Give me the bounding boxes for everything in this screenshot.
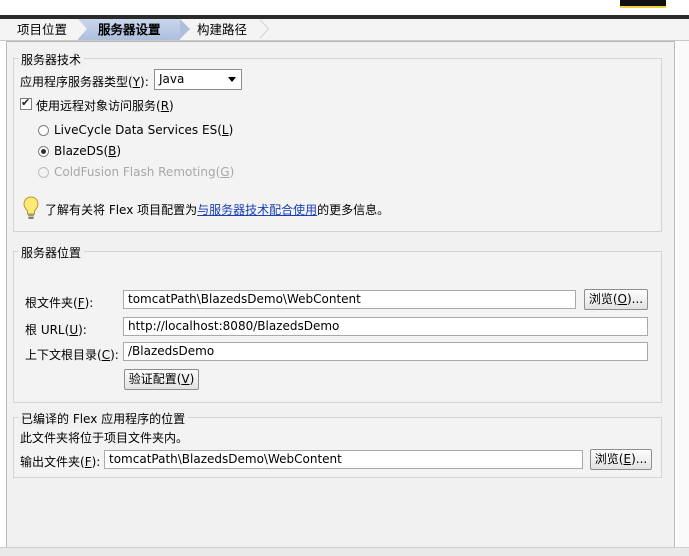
- context-root-input[interactable]: /BlazedsDemo: [123, 342, 648, 361]
- server-technology-title: 服务器技术: [18, 51, 85, 68]
- lightbulb-icon: [23, 196, 39, 219]
- breadcrumb-step-server-settings[interactable]: 服务器设置: [98, 19, 161, 40]
- top-strip: [0, 0, 689, 15]
- breadcrumb: 项目位置 服务器设置 构建路径: [0, 19, 689, 41]
- info-text: 了解有关将 Flex 项目配置为与服务器技术配合使用的更多信息。: [45, 203, 390, 217]
- chevron-down-icon: [228, 77, 236, 82]
- radio-selected-dot: [41, 149, 46, 154]
- output-folder-label: 输出文件夹(F):: [20, 455, 101, 469]
- radio-coldfusion-label: ColdFusion Flash Remoting(G): [54, 165, 235, 179]
- root-folder-input[interactable]: tomcatPath\BlazedsDemo\WebContent: [123, 290, 576, 309]
- radio-coldfusion: [38, 167, 49, 178]
- breadcrumb-step-build-path[interactable]: 构建路径: [197, 19, 247, 40]
- output-folder-input[interactable]: tomcatPath\BlazedsDemo\WebContent: [104, 450, 583, 469]
- server-type-select[interactable]: Java: [154, 69, 242, 90]
- breadcrumb-step-project-location[interactable]: 项目位置: [17, 19, 67, 40]
- server-location-title: 服务器位置: [18, 244, 85, 261]
- root-folder-label: 根文件夹(F):: [25, 296, 94, 310]
- corner-icon: [620, 0, 666, 8]
- radio-blazeds[interactable]: [38, 146, 49, 157]
- browse-root-folder-button[interactable]: 浏览(O)...: [584, 289, 648, 310]
- server-type-label: 应用程序服务器类型(Y):: [20, 75, 149, 89]
- output-note: 此文件夹将位于项目文件夹内。: [20, 431, 189, 445]
- checkmark-icon: ✔: [21, 96, 31, 109]
- breadcrumb-separator-icon: [180, 19, 190, 39]
- radio-livecycle[interactable]: [38, 125, 49, 136]
- radio-livecycle-label: LiveCycle Data Services ES(L): [54, 123, 234, 137]
- radio-blazeds-label: BlazeDS(B): [54, 144, 122, 158]
- breadcrumb-separator-icon: [259, 19, 268, 39]
- context-root-label: 上下文根目录(C):: [25, 348, 119, 362]
- root-url-label: 根 URL(U):: [25, 323, 87, 337]
- server-tech-help-link[interactable]: 与服务器技术配合使用: [197, 203, 317, 217]
- validate-config-button[interactable]: 验证配置(V): [124, 369, 199, 390]
- remote-object-checkbox[interactable]: ✔: [20, 96, 32, 110]
- browse-output-folder-button[interactable]: 浏览(E)...: [590, 449, 652, 470]
- breadcrumb-separator-icon: [78, 19, 87, 39]
- output-location-title: 已编译的 Flex 应用程序的位置: [18, 410, 189, 427]
- window-edge: [676, 41, 689, 555]
- remote-object-label: 使用远程对象访问服务(R): [36, 99, 174, 113]
- root-url-input[interactable]: http://localhost:8080/BlazedsDemo: [123, 317, 648, 336]
